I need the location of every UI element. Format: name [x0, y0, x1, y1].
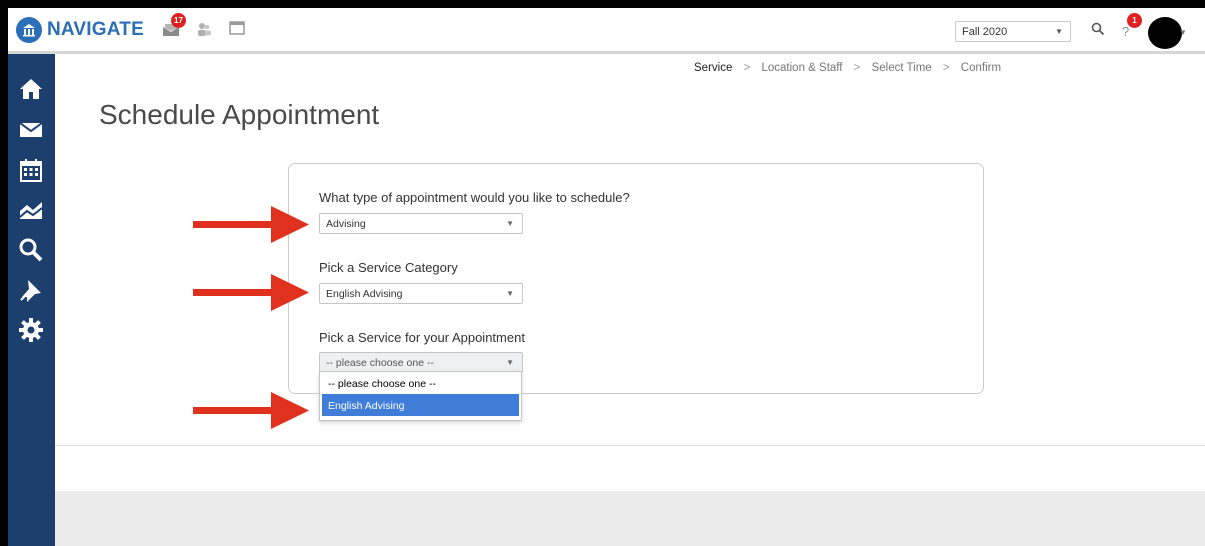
avatar[interactable] — [1148, 17, 1182, 49]
top-bar: NAVIGATE 17 Fall 2020 ▼ ? 1 ▼ — [8, 8, 1205, 54]
appointment-form-card: What type of appointment would you like … — [288, 163, 984, 394]
sidebar — [8, 54, 55, 546]
chart-icon[interactable] — [18, 197, 44, 223]
window-icon[interactable] — [229, 21, 247, 37]
home-icon[interactable] — [18, 76, 44, 102]
step-service: Service — [694, 62, 733, 74]
step-separator: > — [853, 62, 861, 74]
breadcrumb: Service > Location & Staff > Select Time… — [694, 62, 1001, 74]
service-label: Pick a Service for your Appointment — [319, 330, 525, 345]
step-separator: > — [743, 62, 751, 74]
chevron-down-icon: ▼ — [506, 289, 514, 298]
mail-icon[interactable] — [18, 116, 44, 142]
arrow-icon — [193, 274, 309, 311]
step-confirm: Confirm — [960, 62, 1002, 74]
page-title: Schedule Appointment — [99, 99, 380, 130]
step-location-staff: Location & Staff — [761, 62, 843, 74]
chevron-down-icon: ▼ — [1055, 27, 1063, 36]
service-category-select[interactable]: English Advising ▼ — [319, 283, 523, 304]
people-icon[interactable] — [196, 21, 214, 37]
logo-icon — [16, 17, 42, 43]
brand-name: NAVIGATE — [47, 19, 144, 40]
app-window: NAVIGATE 17 Fall 2020 ▼ ? 1 ▼ Service > … — [8, 8, 1205, 546]
search-icon[interactable] — [1091, 22, 1109, 38]
search-icon[interactable] — [18, 237, 44, 263]
service-select[interactable]: -- please choose one -- ▼ — [319, 352, 523, 373]
chevron-down-icon: ▼ — [506, 219, 514, 228]
gear-icon[interactable] — [18, 317, 44, 343]
term-value: Fall 2020 — [962, 26, 1008, 38]
help-badge: 1 — [1127, 13, 1142, 28]
pin-icon[interactable] — [18, 277, 44, 303]
navigate-logo[interactable]: NAVIGATE — [16, 17, 144, 43]
service-category-value: English Advising — [326, 288, 403, 300]
arrow-icon — [193, 206, 309, 243]
chevron-down-icon[interactable]: ▼ — [1179, 28, 1187, 37]
service-value: -- please choose one -- — [326, 357, 434, 369]
messages-badge: 17 — [171, 13, 186, 28]
footer — [55, 491, 1205, 546]
term-select[interactable]: Fall 2020 ▼ — [955, 21, 1071, 42]
step-select-time: Select Time — [871, 62, 932, 74]
dropdown-option-selected[interactable]: English Advising — [322, 394, 519, 416]
dropdown-option[interactable]: -- please choose one -- — [320, 372, 521, 394]
service-dropdown-list: -- please choose one -- English Advising — [319, 371, 522, 421]
appointment-type-select[interactable]: Advising ▼ — [319, 213, 523, 234]
arrow-icon — [193, 392, 309, 429]
appointment-type-label: What type of appointment would you like … — [319, 190, 630, 205]
step-separator: > — [942, 62, 950, 74]
chevron-down-icon: ▼ — [506, 358, 514, 367]
calendar-icon[interactable] — [18, 157, 44, 183]
appointment-type-value: Advising — [326, 218, 366, 230]
divider — [55, 445, 1205, 446]
service-category-label: Pick a Service Category — [319, 260, 458, 275]
